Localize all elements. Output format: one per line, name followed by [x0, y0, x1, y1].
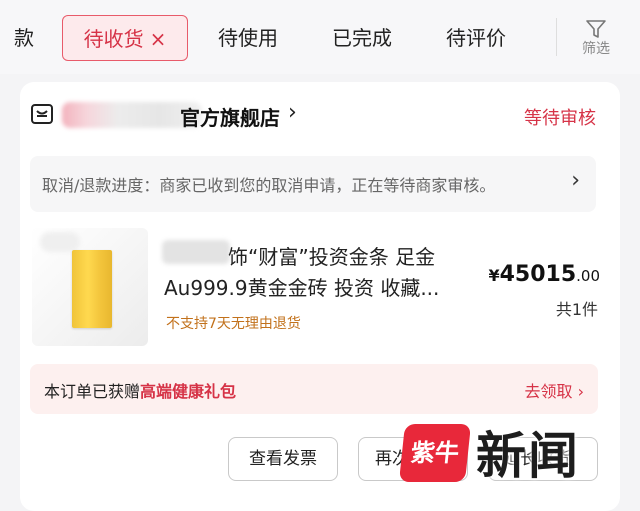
- news-watermark: 紫牛 新闻: [398, 418, 620, 486]
- refund-progress-text: 取消/退款进度：商家已收到您的取消申请，正在等待商家审核。: [42, 176, 496, 195]
- order-filter-tabs: 款 待收货 × 待使用 已完成 待评价 筛选: [0, 0, 640, 74]
- gold-bar: [72, 250, 112, 328]
- product-title-line1: 饰“财富”投资金条 足金: [228, 245, 436, 269]
- refund-progress[interactable]: 取消/退款进度：商家已收到您的取消申请，正在等待商家审核。 ›: [30, 156, 596, 212]
- chevron-right-icon: ›: [571, 168, 580, 193]
- store-header[interactable]: 官方旗舰店 › 等待审核: [20, 82, 620, 148]
- filter-icon: [586, 20, 606, 38]
- view-invoice-button[interactable]: 查看发票: [228, 437, 338, 481]
- product-title[interactable]: 饰“财富”投资金条 足金 Au999.9黄金金砖 投资 收藏...: [164, 242, 464, 304]
- tab-to-review[interactable]: 待评价: [446, 15, 506, 61]
- product-price: ¥45015.00: [488, 262, 600, 287]
- tab-to-use[interactable]: 待使用: [218, 15, 278, 61]
- watermark-text: 新闻: [476, 426, 580, 485]
- tab-partial[interactable]: 款: [0, 15, 34, 61]
- tab-completed[interactable]: 已完成: [332, 15, 392, 61]
- gift-highlight: 高端健康礼包: [140, 382, 237, 401]
- store-icon: [31, 104, 53, 124]
- watermark-logo: 紫牛: [398, 424, 472, 482]
- tab-pending-receipt[interactable]: 待收货 ×: [62, 15, 188, 61]
- tab-label: 待收货: [83, 27, 144, 51]
- gift-banner[interactable]: 本订单已获赠高端健康礼包 去领取 ›: [30, 364, 598, 414]
- price-decimal: .00: [576, 267, 600, 285]
- gift-text: 本订单已获赠高端健康礼包: [44, 378, 236, 402]
- product-image-blur: [40, 232, 80, 252]
- return-policy: 不支持7天无理由退货: [166, 316, 301, 332]
- order-status: 等待审核: [524, 108, 596, 129]
- currency-symbol: ¥: [488, 266, 500, 285]
- product-quantity: 共1件: [555, 300, 598, 319]
- price-integer: 45015: [499, 262, 577, 287]
- product-title-line2: Au999.9黄金金砖 投资 收藏...: [164, 276, 440, 300]
- close-icon[interactable]: ×: [150, 27, 167, 51]
- claim-gift-link[interactable]: 去领取 ›: [525, 378, 585, 402]
- store-name: 官方旗舰店: [180, 106, 280, 130]
- product-image[interactable]: [32, 228, 148, 346]
- gift-prefix: 本订单已获赠: [44, 382, 141, 401]
- divider: [556, 18, 557, 56]
- filter-button[interactable]: 筛选: [574, 14, 618, 62]
- filter-label: 筛选: [582, 41, 610, 57]
- chevron-right-icon: ›: [288, 100, 297, 125]
